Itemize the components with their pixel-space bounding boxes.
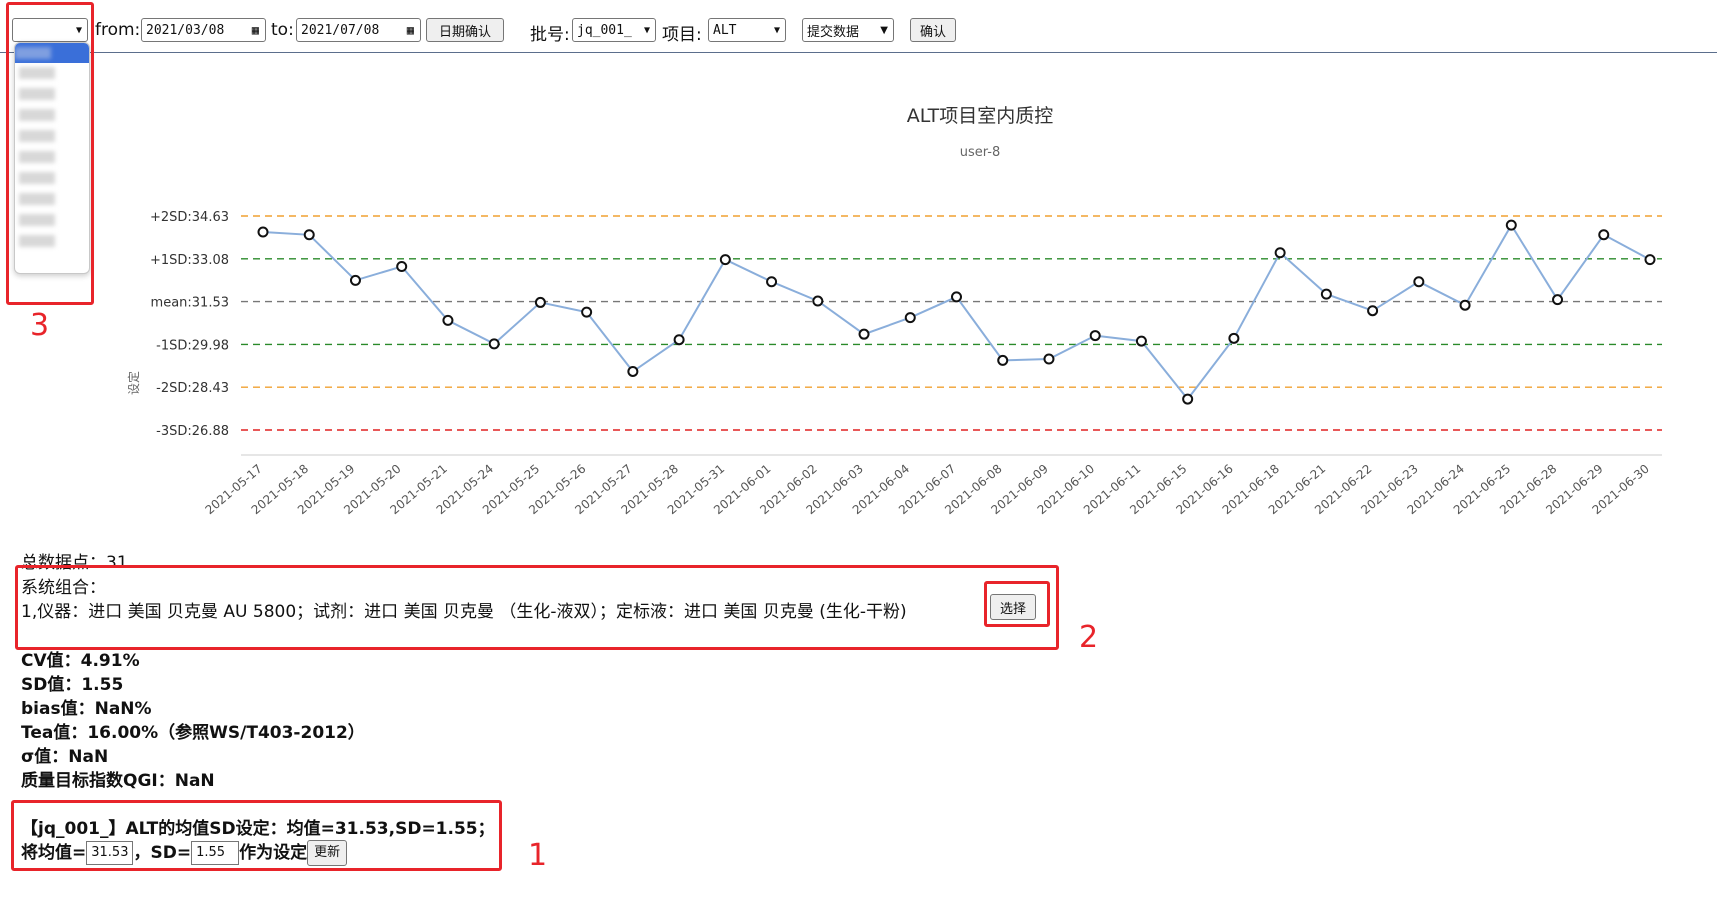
y-axis-label: 设定 [126,371,141,395]
annotation-box-2b [984,581,1050,627]
from-date-input[interactable]: 2021/03/08 ▦ [141,18,266,42]
reference-label: +2SD:34.63 [150,210,229,225]
batch-select[interactable]: jq_001_ ▼ [572,18,656,42]
data-point[interactable] [1598,229,1610,241]
to-date-input[interactable]: 2021/07/08 ▦ [296,18,421,42]
data-point[interactable] [1274,247,1286,259]
sd-value: SD值：1.55 [21,675,124,695]
data-point[interactable] [1413,276,1425,288]
calendar-icon[interactable]: ▦ [407,23,414,37]
chevron-down-icon: ▼ [773,24,780,36]
data-point[interactable] [719,254,731,266]
batch-select-value: jq_001_ [577,22,632,38]
tea-value: Tea值：16.00%（参照WS/T403-2012） [21,723,365,743]
annotation-box-2 [15,565,1059,650]
item-select-value: ALT [713,22,737,38]
date-confirm-button[interactable]: 日期确认 [426,18,504,42]
reference-label: -2SD:28.43 [156,381,229,396]
annotation-number-2: 2 [1079,620,1099,655]
submit-data-select[interactable]: 提交数据 ▼ [802,18,894,42]
reference-label: -1SD:29.98 [156,338,229,353]
data-point[interactable] [812,295,824,307]
reference-label: -3SD:26.88 [156,424,229,439]
qc-chart: ALT项目室内质控 user-8 设定 +2SD:34.63 +1SD:33.08… [126,105,1662,517]
data-point[interactable] [1043,353,1055,365]
data-point[interactable] [627,365,639,377]
data-point[interactable] [766,276,778,288]
annotation-number-1: 1 [528,838,548,873]
calendar-icon[interactable]: ▦ [252,23,259,37]
to-label: to: [271,20,294,40]
data-point[interactable] [1552,294,1564,306]
data-point[interactable] [997,354,1009,366]
series-line [262,223,1651,401]
from-label: from: [95,20,141,40]
annotation-box-3 [6,2,94,305]
data-point[interactable] [1644,254,1656,266]
confirm-button[interactable]: 确认 [910,18,956,42]
chevron-down-icon: ▼ [643,24,650,36]
chevron-down-icon: ▼ [880,24,888,36]
data-point[interactable] [396,261,408,273]
chart-subtitle: user-8 [960,145,1001,160]
data-point[interactable] [1505,219,1517,231]
data-point[interactable] [534,296,546,308]
data-point[interactable] [858,328,870,340]
reference-label: +1SD:33.08 [150,253,229,268]
data-point[interactable] [303,229,315,241]
bias-value: bias值：NaN% [21,699,152,719]
reference-label: mean:31.53 [151,296,229,311]
qgi-value: 质量目标指数QGI：NaN [21,771,215,791]
data-point[interactable] [951,291,962,303]
submit-select-value: 提交数据 [807,24,860,40]
chart-title: ALT项目室内质控 [907,105,1054,127]
item-label: 项目: [662,25,702,45]
data-point[interactable] [1182,393,1194,405]
sigma-value: σ值：NaN [21,747,109,767]
data-point[interactable] [1320,288,1332,300]
from-date-value: 2021/03/08 [146,22,225,38]
header-divider [0,52,1717,53]
data-point[interactable] [1228,332,1240,344]
data-point[interactable] [1367,305,1379,317]
annotation-box-1 [11,800,502,871]
data-point[interactable] [581,306,593,318]
item-select[interactable]: ALT ▼ [708,18,786,42]
data-point[interactable] [442,314,454,326]
to-date-value: 2021/07/08 [301,22,380,38]
data-point[interactable] [904,312,916,324]
data-point[interactable] [1089,330,1101,342]
data-point[interactable] [1135,335,1147,347]
data-point[interactable] [488,338,500,350]
annotation-number-3: 3 [30,308,50,343]
data-point[interactable] [257,226,269,238]
data-point[interactable] [349,274,361,286]
data-point[interactable] [673,334,685,346]
toolbar: ▼ from: 2021/03/08 ▦ to: 2021/07/08 ▦ 日期… [0,16,1717,46]
batch-label: 批号: [530,25,570,45]
data-point[interactable] [1459,299,1471,311]
